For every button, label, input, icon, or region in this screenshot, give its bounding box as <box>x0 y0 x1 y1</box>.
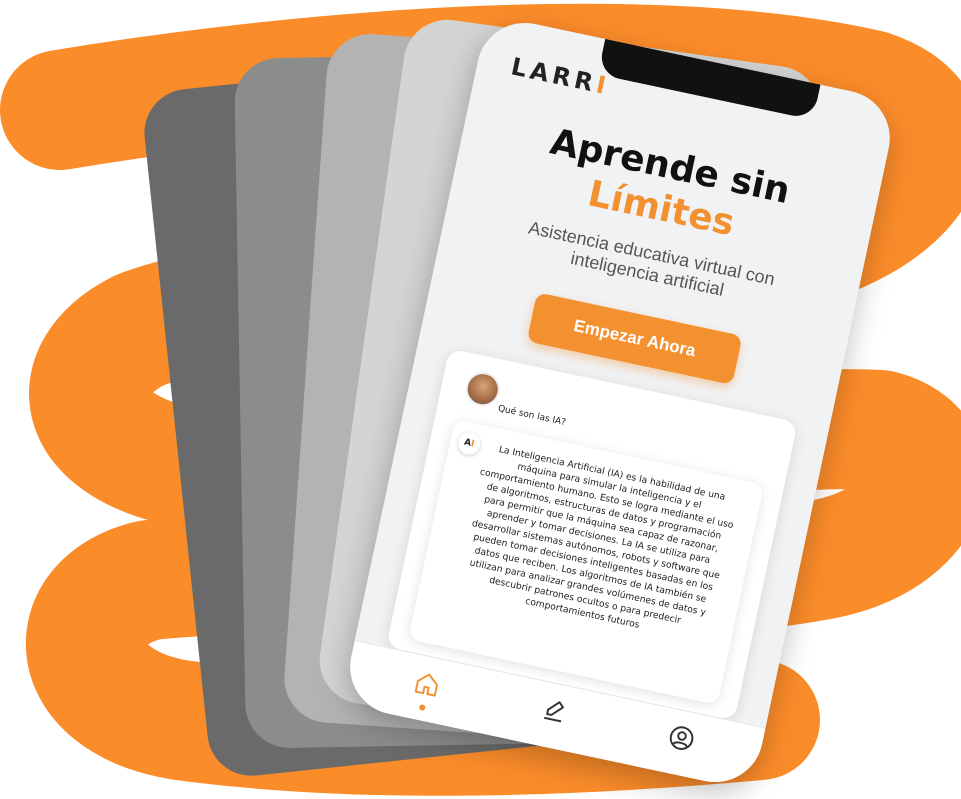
user-question: Qué son las IA? <box>496 403 567 429</box>
logo-main-text: LARR <box>508 52 600 98</box>
home-icon <box>414 673 438 697</box>
app-logo: LARRI <box>509 52 612 100</box>
nav-item-profile[interactable] <box>656 721 703 768</box>
bot-answer-text: La Inteligencia Artificial (IA) es la ha… <box>468 443 735 631</box>
user-avatar <box>462 369 503 410</box>
nav-item-edit[interactable] <box>529 694 576 741</box>
edit-icon <box>543 701 564 723</box>
bot-avatar-icon: AI <box>456 430 483 457</box>
profile-icon <box>669 726 694 750</box>
active-indicator <box>418 703 426 712</box>
nav-item-home[interactable] <box>402 667 449 714</box>
bot-badge-accent: I <box>469 439 476 450</box>
